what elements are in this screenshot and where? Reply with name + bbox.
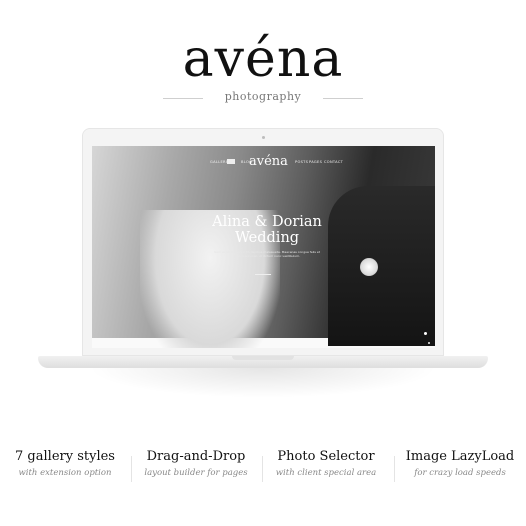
feature-subtitle: with client special area [275,468,377,478]
feature-divider [394,456,395,482]
feature-subtitle: with extension option [18,468,112,478]
hero-title: Alina & Dorian Wedding [212,214,322,246]
nav-item-pages[interactable]: PAGES [309,160,322,164]
brand-subtitle: photography [163,90,363,103]
feature-subtitle: layout builder for pages [144,468,248,478]
nav-galleries-badge [227,159,235,164]
camera-dot [262,136,265,139]
scroll-top-icon[interactable] [428,342,430,344]
features-row: 7 gallery styles with extension option D… [0,448,526,488]
feature-title: Image LazyLoad [405,449,515,464]
laptop-mockup: GALLERIES BLOG avéna POSTS PAGES CONTACT… [82,128,444,356]
brand-header: avéna photography [0,30,526,103]
nav-item-posts[interactable]: POSTS [295,160,308,164]
hero-photo-boutonniere [360,258,378,276]
feature-photo-selector: Photo Selector with client special area [263,448,389,480]
laptop-notch [232,356,294,360]
hero-text: Nam ac tortor quis nibh dapibus malesuad… [214,250,320,259]
feature-subtitle: for crazy load speeds [414,468,506,478]
feature-title: Photo Selector [277,449,375,464]
nav-item-contact[interactable]: CONTACT [324,160,343,164]
feature-title: Drag-and-Drop [146,449,246,464]
brand-subtitle-text: photography [224,90,302,103]
feature-title: 7 gallery styles [15,449,115,464]
slider-dot[interactable] [424,332,427,335]
hero-photo-groom [328,186,435,346]
site-logo[interactable]: avéna [249,154,288,169]
site-nav: GALLERIES BLOG avéna POSTS PAGES CONTACT [92,154,435,170]
laptop-base [38,356,488,368]
feature-gallery-styles: 7 gallery styles with extension option [2,448,128,480]
hero-link[interactable] [255,270,271,275]
laptop-screen: GALLERIES BLOG avéna POSTS PAGES CONTACT… [92,146,435,348]
subtitle-rule-right [323,98,363,99]
laptop-shadow [88,368,438,398]
brand-logo: avéna [182,29,344,89]
feature-drag-and-drop: Drag-and-Drop layout builder for pages [133,448,259,480]
feature-image-lazyload: Image LazyLoad for crazy load speeds [397,448,523,480]
subtitle-rule-left [163,98,203,99]
feature-divider [131,456,132,482]
